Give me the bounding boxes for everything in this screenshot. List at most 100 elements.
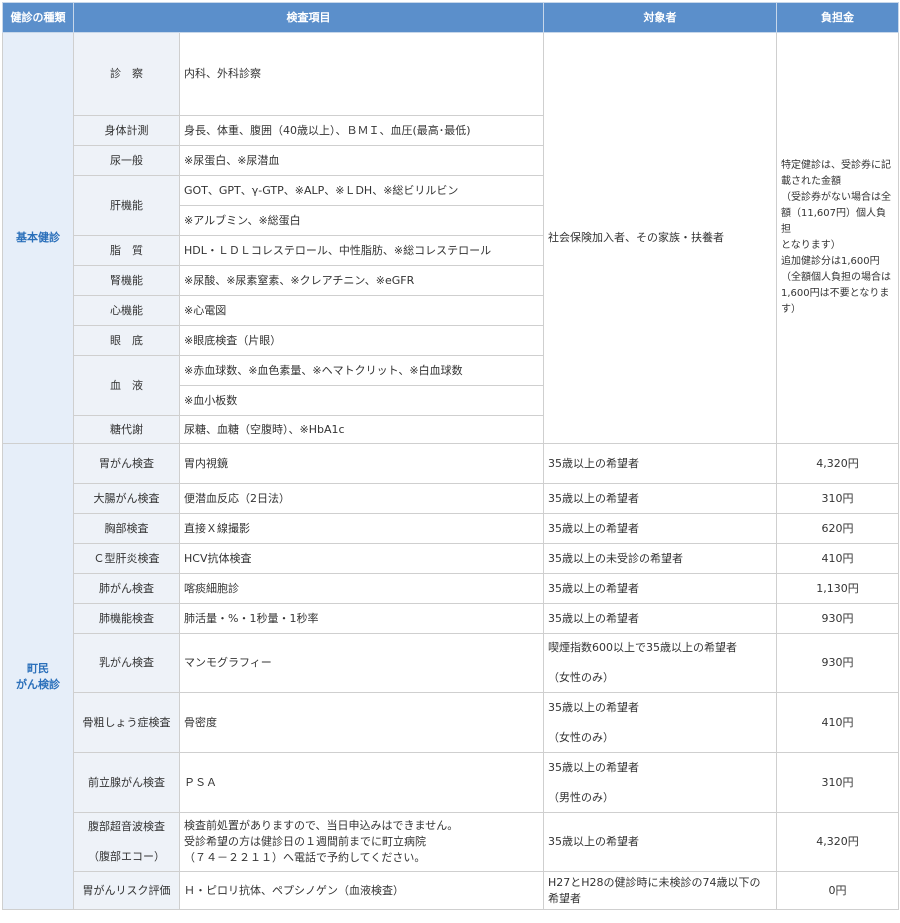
table-row: 骨粗しょう症検査 骨密度 35歳以上の希望者 （女性のみ） 410円	[3, 692, 899, 753]
fee-cell: 930円	[776, 603, 899, 634]
target-cell: 35歳以上の希望者	[543, 603, 777, 634]
fee-cell: 0円	[776, 871, 899, 910]
detail-cell: ※アルブミン、※総蛋白	[179, 205, 544, 236]
detail-cell: 身長、体重、腹囲（40歳以上）、ＢＭＩ、血圧(最高･最低)	[179, 115, 544, 146]
detail-cell: 肺活量・%・1秒量・1秒率	[179, 603, 544, 634]
item-cell: 腎機能	[73, 265, 180, 296]
item-cell: 肝機能	[73, 175, 180, 236]
item-cell: 糖代謝	[73, 415, 180, 444]
target-cell: H27とH28の健診時に未検診の74歳以下の 希望者	[543, 871, 777, 910]
fee-cell: 310円	[776, 752, 899, 813]
detail-cell: GOT、GPT、γ-GTP、※ALP、※ＬDH、※総ビリルビン	[179, 175, 544, 206]
detail-cell: マンモグラフィー	[179, 633, 544, 693]
item-line: 腹部超音波検査	[88, 820, 165, 833]
header-type: 健診の種類	[2, 2, 74, 33]
target-cell: 35歳以上の希望者 （男性のみ）	[543, 752, 777, 813]
item-cell: 血 液	[73, 355, 180, 416]
fee-line: 1,600円は不要となりま	[781, 288, 890, 299]
fee-cell: 1,130円	[776, 573, 899, 604]
item-cell: 前立腺がん検査	[73, 752, 180, 813]
header-item: 検査項目	[73, 2, 544, 33]
header-target: 対象者	[543, 2, 777, 33]
table-row: 胃がんリスク評価 Ｈ・ピロリ抗体、ペプシノゲン（血液検査） H27とH28の健診…	[3, 871, 899, 910]
target-line: H27とH28の健診時に未検診の74歳以下の	[548, 875, 761, 889]
detail-cell: 検査前処置がありますので、当日申込みはできません。 受診希望の方は健診日の１週間…	[179, 812, 544, 872]
fee-line: （受診券がない場合は全	[781, 192, 891, 203]
category-cancer: 町民 がん検診	[2, 443, 74, 910]
target-cell: 35歳以上の希望者	[543, 812, 777, 872]
detail-cell: 尿糖、血糖（空腹時）、※HbA1c	[179, 415, 544, 444]
table-row: 肺機能検査 肺活量・%・1秒量・1秒率 35歳以上の希望者 930円	[3, 603, 899, 634]
item-cell: 尿一般	[73, 145, 180, 176]
target-cell: 35歳以上の希望者	[543, 443, 777, 484]
detail-cell: 直接Ｘ線撮影	[179, 513, 544, 544]
target-note: （女性のみ）	[548, 730, 614, 744]
target-note: （女性のみ）	[548, 671, 614, 684]
table-row: 大腸がん検査 便潜血反応（2日法） 35歳以上の希望者 310円	[3, 483, 899, 514]
fee-cell: 930円	[776, 633, 899, 693]
item-cell: 肺がん検査	[73, 573, 180, 604]
target-line: 35歳以上の希望者	[548, 700, 639, 714]
detail-cell: ※眼底検査（片眼）	[179, 325, 544, 356]
category-line: 町民	[27, 661, 49, 675]
item-cell: 胸部検査	[73, 513, 180, 544]
basic-target: 社会保険加入者、その家族・扶養者	[543, 32, 777, 444]
detail-cell: ※血小板数	[179, 385, 544, 416]
target-line: 希望者	[548, 891, 581, 905]
item-cell: 眼 底	[73, 325, 180, 356]
fee-line: 載された金額	[781, 176, 841, 187]
item-cell: 胃がんリスク評価	[73, 871, 180, 910]
fee-line: となります）	[781, 240, 841, 251]
table-row: 前立腺がん検査 ＰＳＡ 35歳以上の希望者 （男性のみ） 310円	[3, 752, 899, 813]
detail-cell: ＰＳＡ	[179, 752, 544, 813]
fee-line: す）	[781, 304, 801, 315]
table-row: 胸部検査 直接Ｘ線撮影 35歳以上の希望者 620円	[3, 513, 899, 544]
fee-cell: 620円	[776, 513, 899, 544]
detail-cell: ※赤血球数、※血色素量、※ヘマトクリット、※白血球数	[179, 355, 544, 386]
detail-line: 受診希望の方は健診日の１週間前までに町立病院	[184, 835, 426, 848]
header-row: 健診の種類 検査項目 対象者 負担金	[2, 2, 899, 33]
fee-line: 特定健診は、受診券に記	[781, 160, 891, 171]
basic-fee: 特定健診は、受診券に記 載された金額 （受診券がない場合は全 額（11,607円…	[776, 32, 899, 444]
category-basic: 基本健診	[2, 32, 74, 444]
target-line: 35歳以上の希望者	[548, 760, 639, 774]
detail-cell: 内科、外科診察	[179, 32, 544, 116]
table-row: 町民 がん検診 胃がん検査 胃内視鏡 35歳以上の希望者 4,320円	[2, 443, 899, 910]
item-cell: 骨粗しょう症検査	[73, 692, 180, 753]
item-cell: 大腸がん検査	[73, 483, 180, 514]
detail-cell: ※心電図	[179, 295, 544, 326]
detail-cell: Ｈ・ピロリ抗体、ペプシノゲン（血液検査）	[179, 871, 544, 910]
item-cell: 診 察	[73, 32, 180, 116]
detail-cell: ※尿蛋白、※尿潜血	[179, 145, 544, 176]
item-cell: 胃がん検査	[73, 443, 180, 484]
target-cell: 35歳以上の希望者	[543, 513, 777, 544]
fee-cell: 310円	[776, 483, 899, 514]
target-cell: 35歳以上の未受診の希望者	[543, 543, 777, 574]
detail-cell: 胃内視鏡	[179, 443, 544, 484]
item-cell: 乳がん検査	[73, 633, 180, 693]
detail-cell: ※尿酸、※尿素窒素、※クレアチニン、※eGFR	[179, 265, 544, 296]
table-row: 腹部超音波検査 （腹部エコー） 検査前処置がありますので、当日申込みはできません…	[3, 812, 899, 872]
detail-line: 検査前処置がありますので、当日申込みはできません。	[184, 819, 459, 832]
table-row: 乳がん検査 マンモグラフィー 喫煙指数600以上で35歳以上の希望者 （女性のみ…	[3, 633, 899, 693]
table-row: 肺がん検査 喀痰細胞診 35歳以上の希望者 1,130円	[3, 573, 899, 604]
fee-cell: 410円	[776, 543, 899, 574]
item-note: （腹部エコー）	[88, 850, 165, 863]
item-cell: 心機能	[73, 295, 180, 326]
table-row: Ｃ型肝炎検査 HCV抗体検査 35歳以上の未受診の希望者 410円	[3, 543, 899, 574]
item-cell: 身体計測	[73, 115, 180, 146]
target-cell: 35歳以上の希望者	[543, 573, 777, 604]
target-cell: 喫煙指数600以上で35歳以上の希望者 （女性のみ）	[543, 633, 777, 693]
category-line: がん検診	[16, 677, 60, 691]
table-row: 基本健診 診 察 内科、外科診察 社会保険加入者、その家族・扶養者 特定健診は、…	[2, 32, 899, 444]
fee-cell: 410円	[776, 692, 899, 753]
detail-cell: 便潜血反応（2日法）	[179, 483, 544, 514]
item-cell: 腹部超音波検査 （腹部エコー）	[73, 812, 180, 872]
fee-line: 額（11,607円）個人負担	[781, 208, 886, 235]
fee-cell: 4,320円	[776, 443, 899, 484]
item-cell: Ｃ型肝炎検査	[73, 543, 180, 574]
target-cell: 35歳以上の希望者	[543, 483, 777, 514]
detail-cell: 骨密度	[179, 692, 544, 753]
target-line: 喫煙指数600以上で35歳以上の希望者	[548, 641, 737, 654]
target-cell: 35歳以上の希望者 （女性のみ）	[543, 692, 777, 753]
